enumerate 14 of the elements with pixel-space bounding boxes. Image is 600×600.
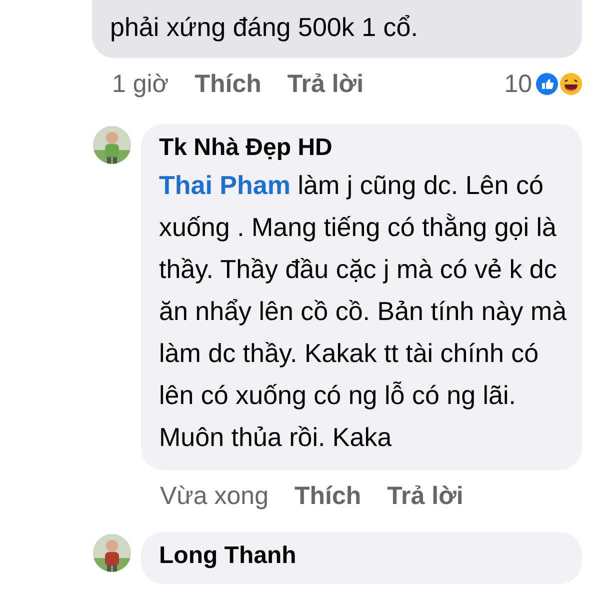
timestamp: Vừa xong <box>160 482 268 510</box>
comment-text: Thai Pham làm j cũng dc. Lên có xuống . Mang tiếng có thằng gọi là thầy. Thầy đầu cặc j mà có vẻ k dc ăn nhẩy lên cồ cồ. Bản tính này mà làm dc thầy. Kakak tt tài chính có lên có xuống có ng lỗ có ng lãi. Muôn thủa rồi. Kaka <box>159 169 568 454</box>
comment-author[interactable]: Tk Nhà Đẹp HD <box>159 132 568 164</box>
mention-link[interactable]: Thai Pham <box>159 170 290 200</box>
reply-link[interactable]: Trả lời <box>287 70 364 98</box>
timestamp: 1 giờ <box>112 70 169 98</box>
laughing-face-icon <box>560 73 582 95</box>
reaction-count: 10 <box>504 70 532 98</box>
reply-link[interactable]: Trả lời <box>387 482 464 510</box>
like-link[interactable]: Thích <box>194 70 262 98</box>
comment-text: phải xứng đáng 500k 1 cổ. <box>110 11 419 44</box>
like-icon <box>536 73 558 95</box>
comment-author[interactable]: Long Thanh <box>159 540 568 572</box>
like-link[interactable]: Thích <box>294 482 362 510</box>
